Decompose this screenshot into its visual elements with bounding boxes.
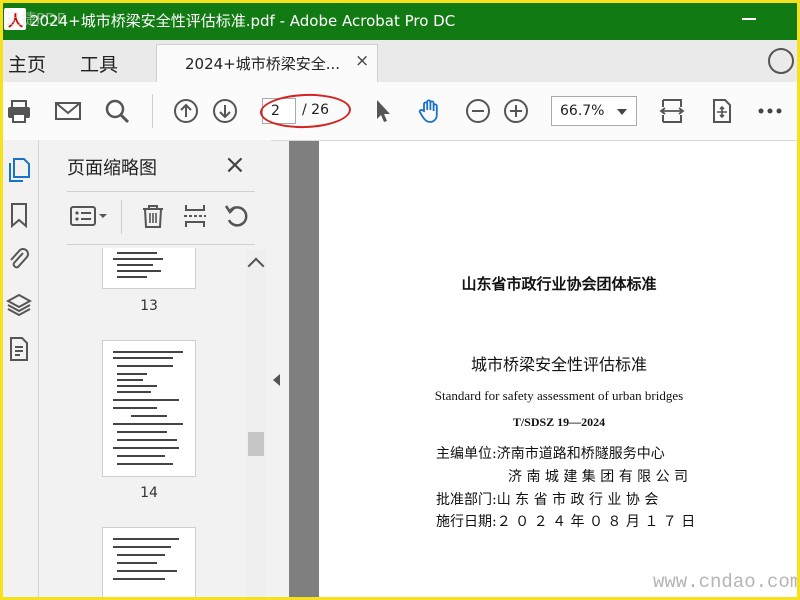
panel-divider [67, 244, 255, 245]
thumbnail-page-15[interactable] [103, 528, 195, 600]
effective-date-row: 施行日期:２ ０ ２ ４ 年 ０ ８ 月 １ ７ 日 [436, 511, 695, 531]
editor-row-2: 济 南 城 建 集 团 有 限 公 司 [508, 466, 688, 486]
main-toolbar: 2 / 26 66.7% [0, 82, 800, 141]
thumbnail-label: 14 [140, 485, 158, 501]
panel-title: 页面缩略图 [67, 158, 157, 179]
editor-row: 主编单位:济南市道路和桥隧服务中心 [436, 443, 665, 463]
page-down-icon[interactable] [209, 95, 241, 127]
thumbnail-label: 13 [140, 298, 158, 314]
chevron-down-icon [617, 109, 627, 115]
fit-width-icon[interactable] [656, 95, 688, 127]
scroll-up-icon[interactable] [247, 257, 265, 275]
toolbar-separator [152, 94, 153, 128]
row-value: ２ ０ ２ ４ 年 ０ ８ 月 １ ７ 日 [496, 514, 696, 530]
rotate-page-icon[interactable] [223, 202, 253, 232]
thumbnail-options-icon[interactable] [69, 202, 109, 232]
page-up-icon[interactable] [170, 95, 202, 127]
site-watermark: www.cndao.com [653, 571, 800, 593]
row-label: 主编单位: [436, 446, 497, 462]
row-value: 山 东 省 市 政 行 业 协 会 [496, 492, 659, 508]
window-title: 2024+城市桥梁安全性评估标准.pdf - Adobe Acrobat Pro… [30, 12, 456, 30]
hand-icon[interactable] [414, 95, 446, 127]
panel-divider [67, 191, 255, 192]
page-thumbnails-panel: 页面缩略图 × 13 14 [39, 140, 271, 600]
print-icon[interactable] [3, 95, 35, 127]
scrollbar-thumb[interactable] [248, 432, 264, 456]
attachment-icon[interactable] [6, 246, 32, 272]
standard-name: 城市桥梁安全性评估标准 [470, 355, 647, 374]
thumbnail-page-14[interactable] [103, 341, 195, 476]
row-value: 济南市道路和桥隧服务中心 [496, 446, 665, 462]
document-view[interactable]: 山东省市政行业协会团体标准 城市桥梁安全性评估标准 Standard for s… [289, 141, 800, 600]
zoom-in-icon[interactable] [500, 95, 532, 127]
zoom-out-icon[interactable] [462, 95, 494, 127]
minimize-icon[interactable] [742, 18, 756, 20]
layers-icon[interactable] [5, 292, 33, 318]
row-label: 施行日期: [436, 514, 497, 530]
rotate-view-icon[interactable] [705, 95, 737, 127]
search-icon[interactable] [101, 95, 133, 127]
delete-page-icon[interactable] [139, 202, 169, 232]
row-value: 济 南 城 建 集 团 有 限 公 司 [508, 469, 689, 485]
thumbnail-list[interactable]: 13 14 [49, 248, 245, 600]
zoom-select[interactable]: 66.7% [551, 96, 637, 126]
email-icon[interactable] [52, 95, 84, 127]
document-properties-icon[interactable] [6, 336, 32, 362]
close-panel-icon[interactable]: × [224, 150, 246, 180]
row-label: 批准部门: [436, 492, 497, 508]
approver-row: 批准部门:山 东 省 市 政 行 业 协 会 [436, 489, 658, 509]
tab-bar: 主页 工具 2024+城市桥梁安全... × [0, 40, 800, 83]
tab-tools[interactable]: 工具 [80, 50, 118, 77]
org-title: 山东省市政行业协会团体标准 [461, 275, 657, 293]
navigation-rail [0, 140, 39, 600]
panel-toolbar-separator [121, 200, 122, 234]
insert-page-icon[interactable] [181, 202, 211, 232]
title-bar: 人 迅捷PDF 2024+城市桥梁安全性评估标准.pdf - Adobe Acr… [0, 0, 800, 40]
close-tab-icon[interactable]: × [355, 51, 369, 71]
zoom-value: 66.7% [560, 103, 605, 119]
standard-code: T/SDSZ 19—2024 [512, 415, 606, 429]
tab-home[interactable]: 主页 [8, 50, 46, 77]
more-icon[interactable] [754, 95, 786, 127]
page-thumbnails-icon[interactable] [6, 156, 32, 182]
select-arrow-icon[interactable] [366, 95, 398, 127]
pdf-page: 山东省市政行业协会团体标准 城市桥梁安全性评估标准 Standard for s… [319, 141, 800, 600]
thumbnail-page-13[interactable] [103, 248, 195, 288]
collapse-panel-icon[interactable] [273, 374, 280, 386]
bookmark-icon[interactable] [6, 202, 32, 229]
thumbnail-scrollbar[interactable] [246, 250, 266, 600]
english-name: Standard for safety assessment of urban … [434, 388, 684, 403]
help-icon[interactable] [768, 48, 794, 74]
tab-document[interactable]: 2024+城市桥梁安全... × [156, 44, 378, 83]
document-tab-label: 2024+城市桥梁安全... [185, 55, 341, 73]
